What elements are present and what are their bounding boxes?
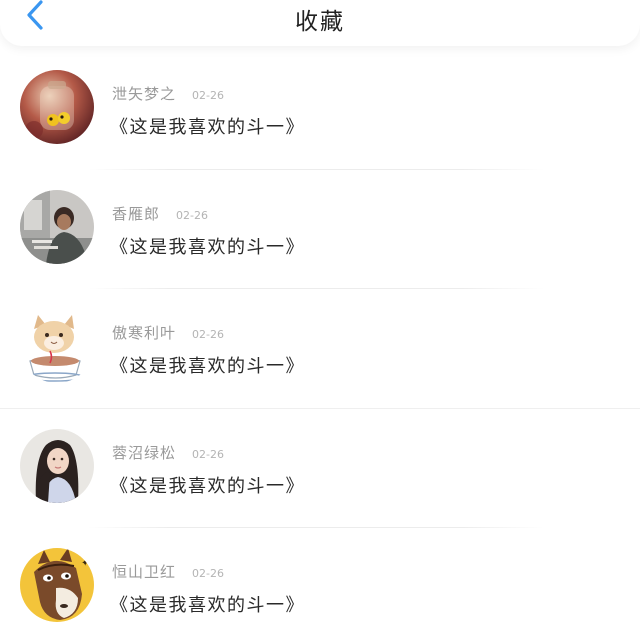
favorite-item[interactable]: 傲寒利叶 02-26 《这是我喜欢的斗一》 [0,289,640,409]
message-text: 《这是我喜欢的斗一》 [110,475,305,497]
avatar-jar-photo [20,70,94,144]
item-meta: 蓉沼绿松 02-26 [112,442,224,463]
date: 02-26 [192,328,224,342]
favorites-screen: 收藏 泄矢梦之 02-26 《这是我喜欢的斗一》 香雁郎 02-26 《这是我喜… [0,0,640,640]
page-title: 收藏 [295,9,345,35]
header-bar: 收藏 [0,0,640,46]
date: 02-26 [192,89,224,102]
favorite-item[interactable]: 蓉沼绿松 02-26 《这是我喜欢的斗一》 [0,409,640,529]
avatar[interactable] [20,189,94,264]
username: 香雁郎 [112,204,161,223]
avatar-girl-photo [20,428,94,503]
avatar[interactable] [20,309,94,384]
avatar-cartoon-horse: ✦ [20,548,94,623]
date: 02-26 [176,208,208,222]
avatar[interactable] [20,428,94,503]
date: 02-26 [192,567,224,581]
username: 恒山卫红 [112,563,177,582]
avatar-person-photo [20,189,94,264]
favorites-list: 泄矢梦之 02-26 《这是我喜欢的斗一》 香雁郎 02-26 《这是我喜欢的斗… [0,50,640,640]
username: 蓉沼绿松 [112,443,177,462]
item-meta: 泄矢梦之 02-26 [112,83,224,104]
favorite-item[interactable]: 泄矢梦之 02-26 《这是我喜欢的斗一》 [0,50,640,170]
favorite-item[interactable]: ✦ 恒山卫红 02-26 《这是我喜欢的斗一》 [0,528,640,640]
avatar[interactable] [20,70,94,144]
svg-text:✦: ✦ [81,558,89,569]
favorite-item[interactable]: 香雁郎 02-26 《这是我喜欢的斗一》 [0,170,640,290]
message-text: 《这是我喜欢的斗一》 [110,356,305,378]
date: 02-26 [192,447,224,461]
username: 泄矢梦之 [112,85,177,103]
message-text: 《这是我喜欢的斗一》 [110,236,305,258]
username: 傲寒利叶 [112,324,177,343]
item-meta: 傲寒利叶 02-26 [112,322,224,343]
message-text: 《这是我喜欢的斗一》 [110,595,305,617]
message-text: 《这是我喜欢的斗一》 [110,117,305,138]
avatar-cat-teacup [20,309,94,384]
item-meta: 恒山卫红 02-26 [112,561,224,582]
avatar[interactable]: ✦ [20,548,94,623]
item-meta: 香雁郎 02-26 [112,203,208,224]
